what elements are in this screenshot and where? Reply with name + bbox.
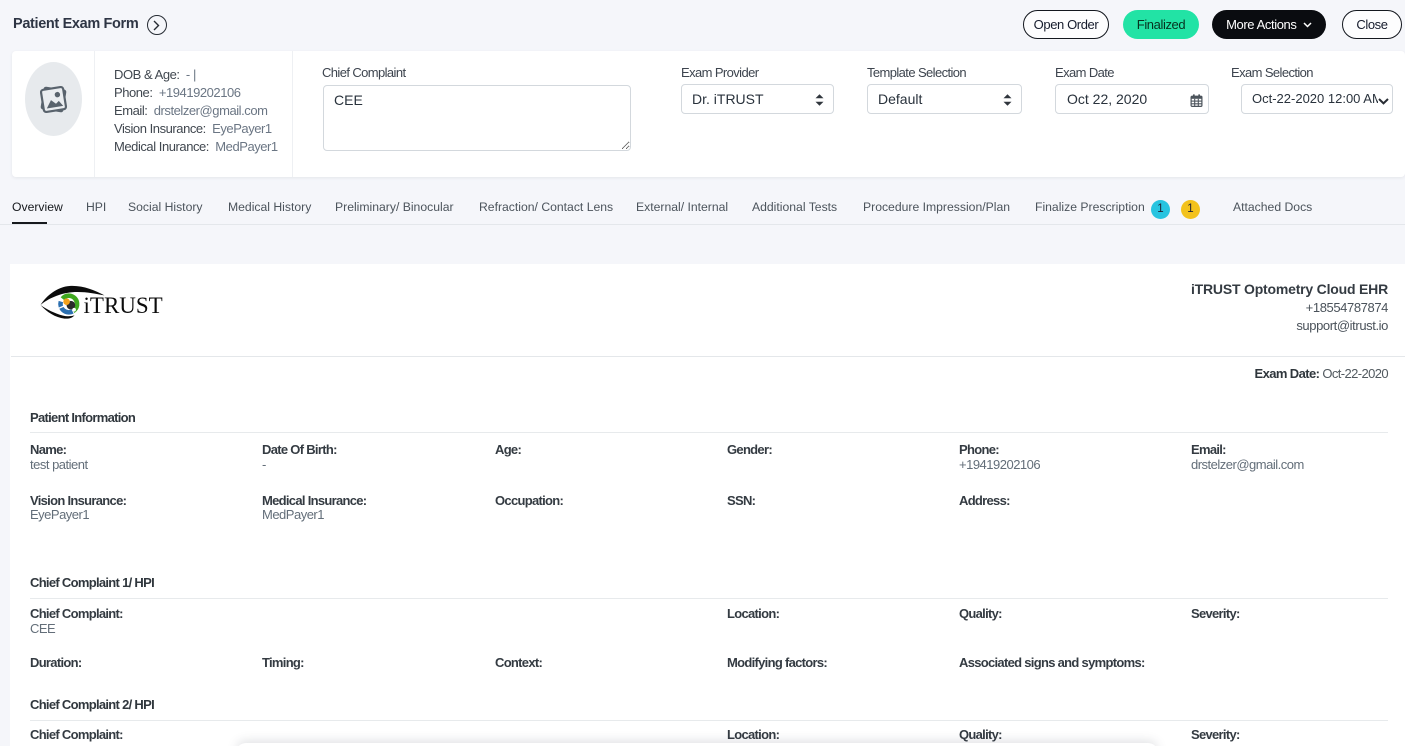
svg-text:iTRUST: iTRUST xyxy=(84,293,163,318)
